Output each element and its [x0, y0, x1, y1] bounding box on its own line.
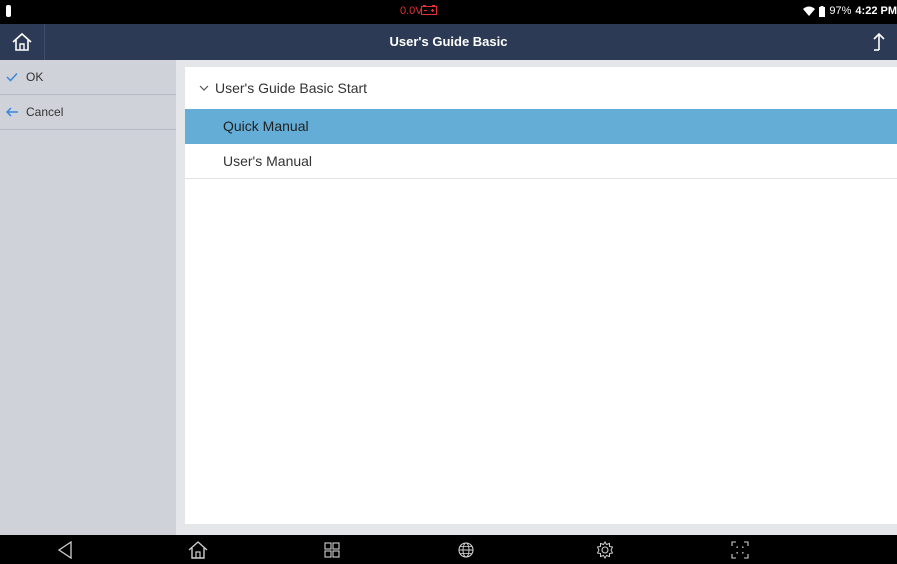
home-button[interactable] [0, 24, 45, 60]
settings-button[interactable] [585, 535, 625, 564]
apps-icon [324, 541, 340, 558]
home-icon [12, 32, 32, 51]
globe-icon [458, 541, 474, 558]
status-right-group: 97% 4:22 PM [803, 5, 897, 17]
check-icon [6, 72, 22, 82]
system-nav-bar [0, 535, 897, 564]
tree-group-header[interactable]: User's Guide Basic Start [185, 67, 897, 109]
back-button[interactable] [45, 535, 85, 564]
tree-group-label: User's Guide Basic Start [215, 80, 368, 96]
tree-item-quick-manual[interactable]: Quick Manual [185, 109, 897, 144]
screenshot-button[interactable] [720, 535, 760, 564]
tree-item-users-manual[interactable]: User's Manual [185, 144, 897, 179]
guide-tree-panel: User's Guide Basic Start Quick Manual Us… [185, 67, 897, 524]
status-bar: 0.0V 97% 4:22 PM [0, 0, 897, 24]
back-icon [57, 540, 72, 559]
wifi-icon [803, 6, 816, 16]
upload-button[interactable] [861, 24, 897, 60]
upload-icon [873, 32, 885, 51]
home-icon [188, 540, 208, 559]
apps-button[interactable] [312, 535, 352, 564]
settings-icon [596, 540, 614, 559]
sidebar: OK Cancel [0, 60, 176, 535]
ok-label: OK [26, 70, 44, 84]
chevron-down-icon [199, 85, 209, 91]
clock: 4:22 PM [855, 5, 897, 17]
browser-button[interactable] [446, 535, 486, 564]
arrow-left-icon [6, 107, 22, 117]
tree-item-label: Quick Manual [223, 118, 309, 134]
cancel-button[interactable]: Cancel [0, 95, 176, 130]
title-bar: User's Guide Basic [0, 24, 897, 60]
page-title: User's Guide Basic [389, 34, 508, 49]
tree-item-label: User's Manual [223, 153, 313, 169]
battery-percent: 97% [829, 5, 852, 17]
voltage-readout: 0.0V [400, 5, 423, 17]
battery-icon [819, 5, 826, 17]
ok-button[interactable]: OK [0, 60, 176, 95]
notification-indicator-icon [6, 5, 11, 17]
screenshot-icon [731, 540, 749, 559]
cancel-label: Cancel [26, 105, 64, 119]
car-battery-icon [421, 5, 437, 15]
nav-home-button[interactable] [178, 535, 218, 564]
